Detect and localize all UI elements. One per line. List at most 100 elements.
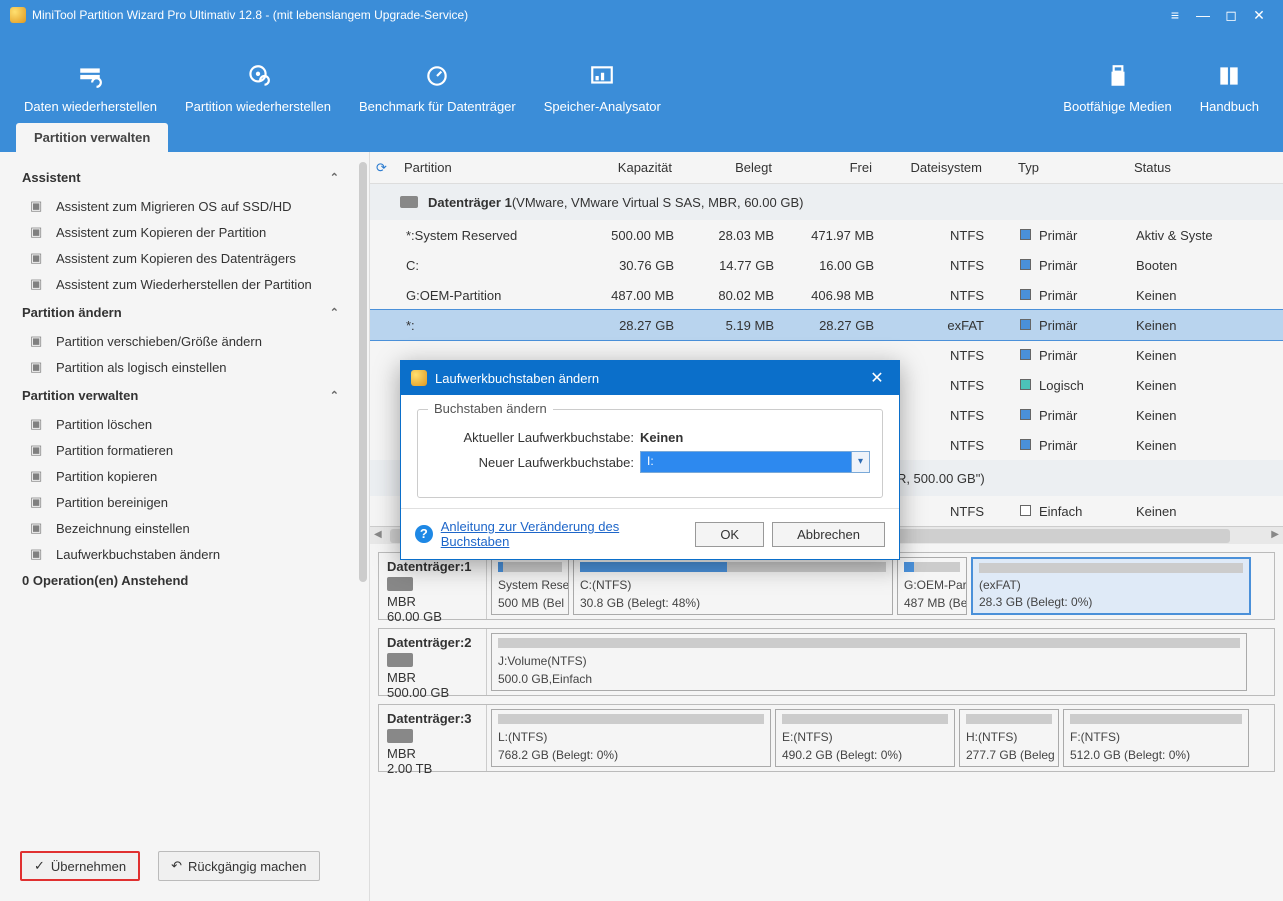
partition-box[interactable]: E:(NTFS)490.2 GB (Belegt: 0%): [775, 709, 955, 767]
sidebar-item[interactable]: ▣ Assistent zum Wiederherstellen der Part…: [12, 271, 369, 297]
current-letter-value: Keinen: [640, 430, 683, 445]
dialog-title: Laufwerkbuchstaben ändern: [435, 371, 865, 386]
section-manage-partition[interactable]: Partition verwalten⌃: [12, 380, 369, 411]
disk-1-header[interactable]: Datenträger 1 (VMware, VMware Virtual S …: [370, 184, 1283, 220]
usb-icon: [1105, 63, 1131, 89]
sidebar-item-label: Assistent zum Wiederherstellen der Parti…: [56, 277, 312, 292]
sidebar-item[interactable]: ▣Assistent zum Kopieren der Partition: [12, 219, 369, 245]
col-status[interactable]: Status: [1128, 160, 1228, 175]
partition-box[interactable]: J:Volume(NTFS)500.0 GB,Einfach: [491, 633, 1247, 691]
disk-map-info: Datenträger:2MBR500.00 GB: [379, 629, 487, 695]
partition-row[interactable]: *:System Reserved500.00 MB28.03 MB471.97…: [370, 220, 1283, 250]
disk-map-info: Datenträger:1MBR60.00 GB: [379, 553, 487, 619]
partition-box[interactable]: System Rese500 MB (Bel: [491, 557, 569, 615]
sidebar-item-label: Partition löschen: [56, 417, 152, 432]
partition-row[interactable]: *:28.27 GB5.19 MB28.27 GBexFATPrimärKein…: [370, 310, 1283, 340]
col-type[interactable]: Typ: [988, 160, 1128, 175]
partition-row[interactable]: C:30.76 GB14.77 GB16.00 GBNTFSPrimärBoot…: [370, 250, 1283, 280]
scroll-right-icon[interactable]: ▶: [1271, 529, 1279, 540]
col-used[interactable]: Belegt: [678, 160, 778, 175]
sidebar-item[interactable]: ▣Partition als logisch einstellen: [12, 354, 369, 380]
new-letter-selected: I:: [641, 452, 869, 470]
col-partition[interactable]: Partition: [398, 160, 568, 175]
sidebar-item[interactable]: ▣ Partition formatieren: [12, 437, 369, 463]
partition-box[interactable]: H:(NTFS)277.7 GB (Beleg: [959, 709, 1059, 767]
sidebar-item[interactable]: ▣Partition bereinigen: [12, 489, 369, 515]
analyzer-button[interactable]: Speicher-Analysator: [544, 63, 661, 114]
partition-recovery-icon: [245, 63, 271, 89]
bootable-media-button[interactable]: Bootfähige Medien: [1063, 63, 1171, 114]
sidebar-item[interactable]: ▣ Partition löschen: [12, 411, 369, 437]
refresh-icon[interactable]: ⟳: [376, 160, 398, 176]
type-color-icon: [1020, 319, 1031, 330]
type-color-icon: [1020, 409, 1031, 420]
benchmark-icon: [424, 63, 450, 89]
minimize-button[interactable]: —: [1189, 7, 1217, 23]
action-icon: ▣: [30, 359, 46, 375]
pending-operations: 0 Operation(en) Anstehend: [12, 567, 369, 594]
partition-recovery-button[interactable]: Partition wiederherstellen: [185, 63, 331, 114]
type-color-icon: [1020, 349, 1031, 360]
help-link[interactable]: Anleitung zur Veränderung des Buchstaben: [441, 519, 688, 549]
sidebar-item[interactable]: ▣Partition verschieben/Größe ändern: [12, 328, 369, 354]
action-icon: ▣: [30, 416, 46, 432]
disk-map: Datenträger:2MBR500.00 GBJ:Volume(NTFS)5…: [378, 628, 1275, 696]
ok-button[interactable]: OK: [695, 522, 764, 547]
section-change-partition[interactable]: Partition ändern⌃: [12, 297, 369, 328]
sidebar-item-label: Partition formatieren: [56, 443, 173, 458]
undo-icon: ↶: [171, 858, 182, 874]
dialog-close-button[interactable]: ✕: [865, 368, 889, 388]
sidebar-item[interactable]: ▣ Assistent zum Kopieren des Datenträgers: [12, 245, 369, 271]
col-capacity[interactable]: Kapazität: [568, 160, 678, 175]
chevron-up-icon: ⌃: [330, 306, 339, 319]
partition-box[interactable]: L:(NTFS)768.2 GB (Belegt: 0%): [491, 709, 771, 767]
disk-icon: [387, 653, 413, 667]
action-icon: ▣: [30, 442, 46, 458]
sidebar-item[interactable]: ▣Bezeichnung einstellen: [12, 515, 369, 541]
cancel-button[interactable]: Abbrechen: [772, 522, 885, 547]
main-toolbar: Daten wiederherstellen Partition wiederh…: [0, 30, 1283, 122]
section-assistant[interactable]: Assistent⌃: [12, 162, 369, 193]
close-button[interactable]: ✕: [1245, 7, 1273, 24]
action-icon: ▣: [30, 276, 46, 292]
sidebar-item-label: Assistent zum Kopieren des Datenträgers: [56, 251, 296, 266]
dialog-titlebar: Laufwerkbuchstaben ändern ✕: [401, 361, 899, 395]
partition-row[interactable]: G:OEM-Partition487.00 MB80.02 MB406.98 M…: [370, 280, 1283, 310]
type-color-icon: [1020, 505, 1031, 516]
manual-button[interactable]: Handbuch: [1200, 63, 1259, 114]
current-letter-label: Aktueller Laufwerkbuchstabe:: [430, 430, 640, 445]
col-free[interactable]: Frei: [778, 160, 878, 175]
check-icon: ✓: [34, 858, 45, 874]
partition-box[interactable]: G:OEM-Part487 MB (Bel: [897, 557, 967, 615]
partition-box[interactable]: (exFAT)28.3 GB (Belegt: 0%): [971, 557, 1251, 615]
disk-map-info: Datenträger:3MBR2.00 TB: [379, 705, 487, 771]
menu-icon[interactable]: ≡: [1161, 7, 1189, 23]
data-recovery-button[interactable]: Daten wiederherstellen: [24, 63, 157, 114]
sidebar-item[interactable]: ▣Assistent zum Migrieren OS auf SSD/HD: [12, 193, 369, 219]
action-icon: ▣: [30, 250, 46, 266]
maximize-button[interactable]: ◻: [1217, 7, 1245, 24]
benchmark-button[interactable]: Benchmark für Datenträger: [359, 63, 516, 114]
tab-partition-manage[interactable]: Partition verwalten: [16, 123, 168, 152]
type-color-icon: [1020, 259, 1031, 270]
partition-box[interactable]: C:(NTFS)30.8 GB (Belegt: 48%): [573, 557, 893, 615]
scroll-left-icon[interactable]: ◀: [374, 529, 382, 540]
app-icon: [10, 7, 26, 23]
partition-box[interactable]: F:(NTFS)512.0 GB (Belegt: 0%): [1063, 709, 1249, 767]
sidebar-scrollbar[interactable]: [359, 162, 367, 582]
partition-table-header: ⟳ Partition Kapazität Belegt Frei Dateis…: [370, 152, 1283, 184]
window-title: MiniTool Partition Wizard Pro Ultimativ …: [32, 8, 468, 22]
type-color-icon: [1020, 379, 1031, 390]
new-letter-dropdown[interactable]: I: ▾: [640, 451, 870, 473]
new-letter-label: Neuer Laufwerkbuchstabe:: [430, 455, 640, 470]
help-icon[interactable]: ?: [415, 525, 433, 543]
type-color-icon: [1020, 289, 1031, 300]
sidebar-item-label: Assistent zum Kopieren der Partition: [56, 225, 266, 240]
undo-button[interactable]: ↶Rückgängig machen: [158, 851, 319, 881]
col-filesystem[interactable]: Dateisystem: [878, 160, 988, 175]
apply-button[interactable]: ✓Übernehmen: [20, 851, 140, 881]
chevron-down-icon[interactable]: ▾: [851, 452, 869, 472]
action-icon: ▣: [30, 333, 46, 349]
sidebar-item[interactable]: ▣Laufwerkbuchstaben ändern: [12, 541, 369, 567]
sidebar-item[interactable]: ▣Partition kopieren: [12, 463, 369, 489]
